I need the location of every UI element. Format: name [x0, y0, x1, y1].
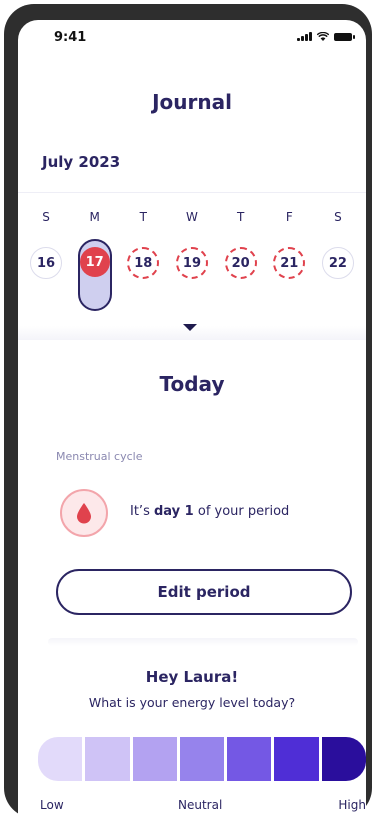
- period-prefix: It’s: [130, 504, 150, 519]
- weekday-row: S M T W T F S: [30, 210, 354, 224]
- section-divider: [48, 638, 358, 646]
- status-time: 9:41: [54, 30, 87, 45]
- weekday-label: F: [285, 210, 293, 224]
- app-screen: 9:41 Journal July 2023 S M T W T F S 16 …: [18, 20, 366, 822]
- selected-day-pill[interactable]: 17: [77, 239, 112, 311]
- scale-low-label: Low: [40, 798, 64, 812]
- scale-neutral-label: Neutral: [178, 798, 223, 812]
- day-16[interactable]: 16: [30, 247, 62, 279]
- day-18-predicted[interactable]: 18: [127, 247, 160, 279]
- energy-scale: [38, 737, 366, 781]
- period-badge: [60, 489, 108, 537]
- energy-level-7[interactable]: [321, 737, 366, 781]
- greeting: Hey Laura!: [145, 668, 239, 686]
- divider: [18, 192, 366, 193]
- weekday-label: T: [236, 210, 245, 224]
- signal-icon: [297, 32, 312, 41]
- period-status: It’s day 1 of your period: [130, 504, 289, 519]
- energy-question: What is your energy level today?: [88, 695, 296, 710]
- period-day: day 1: [153, 504, 194, 519]
- day-19-predicted[interactable]: 19: [175, 247, 208, 279]
- weekday-label: S: [334, 210, 342, 224]
- weekday-label: W: [186, 210, 198, 224]
- scale-high-label: High: [338, 798, 366, 812]
- energy-level-3[interactable]: [132, 737, 177, 781]
- cycle-label: Menstrual cycle: [56, 450, 143, 463]
- blood-drop-icon: [77, 503, 91, 524]
- weekday-label: S: [42, 210, 50, 224]
- day-22[interactable]: 22: [321, 247, 354, 279]
- weekday-label: T: [139, 210, 147, 224]
- day-21-predicted[interactable]: 21: [273, 247, 306, 279]
- weekday-label: M: [89, 210, 100, 224]
- energy-level-2[interactable]: [85, 737, 130, 781]
- wifi-icon: [317, 32, 329, 41]
- page-title: Journal: [152, 90, 232, 114]
- today-heading: Today: [159, 372, 225, 396]
- day-20-predicted[interactable]: 20: [224, 247, 257, 279]
- period-suffix: of your period: [197, 504, 290, 519]
- energy-level-5[interactable]: [227, 737, 272, 781]
- energy-level-4[interactable]: [179, 737, 225, 781]
- battery-icon: [334, 33, 355, 41]
- edit-period-button[interactable]: Edit period: [56, 569, 352, 615]
- chevron-down-icon[interactable]: [183, 324, 197, 331]
- day-row: 16 17 18 19 20 21 22: [30, 239, 354, 311]
- energy-level-6[interactable]: [274, 737, 319, 781]
- day-17-wrapper: 17: [77, 239, 112, 311]
- energy-level-1[interactable]: [38, 737, 83, 781]
- status-bar: 9:41: [18, 20, 366, 54]
- status-icons: [297, 32, 355, 41]
- month-label[interactable]: July 2023: [42, 153, 120, 171]
- phone-frame: 9:41 Journal July 2023 S M T W T F S 16 …: [4, 4, 372, 822]
- day-17-selected[interactable]: 17: [79, 247, 110, 277]
